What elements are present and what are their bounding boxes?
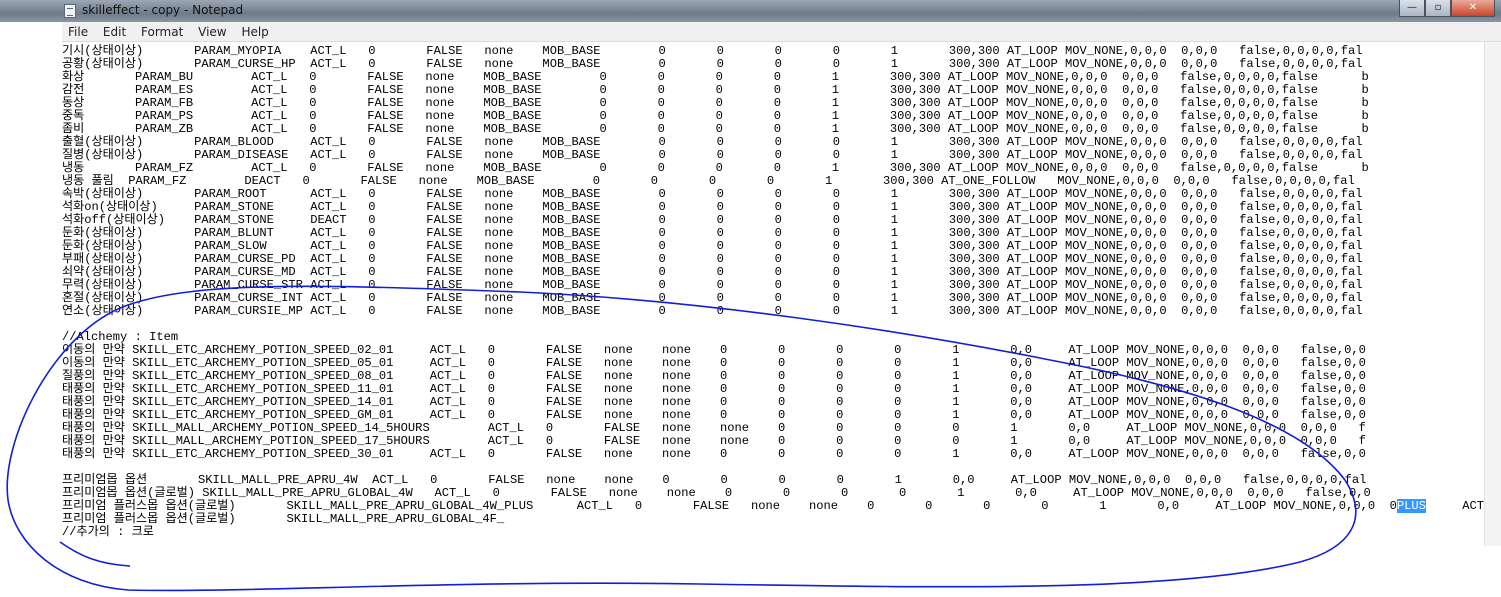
- menu-edit[interactable]: Edit: [97, 22, 131, 39]
- line-text: 둔화(상태이상) PARAM_BLUNT ACT_L 0 FALSE none …: [62, 226, 1363, 240]
- line-text: 태풍의 만약 SKILL_MALL_ARCHEMY_POTION_SPEED_1…: [62, 434, 1366, 448]
- line-text: //추가의 : 크로: [62, 525, 154, 539]
- line-text: 동상 PARAM_FB ACT_L 0 FALSE none MOB_BASE …: [62, 96, 1369, 110]
- close-button[interactable]: ✕: [1451, 0, 1495, 17]
- maximize-button[interactable]: ▫: [1425, 0, 1451, 17]
- line-text: 공황(상태이상) PARAM_CURSE_HP ACT_L 0 FALSE no…: [62, 57, 1363, 71]
- title-bar: skilleffect - copy - Notepad — ▫ ✕: [0, 0, 1501, 22]
- menu-help[interactable]: Help: [235, 22, 273, 39]
- line-text: 질병(상태이상) PARAM_DISEASE ACT_L 0 FALSE non…: [62, 148, 1363, 162]
- line-text: 프리미엄 플러스몹 옵션(글로벌) SKILL_MALL_PRE_APRU_GL…: [62, 499, 1397, 513]
- line-text: 중독 PARAM_PS ACT_L 0 FALSE none MOB_BASE …: [62, 109, 1369, 123]
- line-text: 석화on(상태이상) PARAM_STONE ACT_L 0 FALSE non…: [62, 200, 1363, 214]
- line-text: 태풍의 만약 SKILL_ETC_ARCHEMY_POTION_SPEED_11…: [62, 382, 1366, 396]
- line-text: 좀비 PARAM_ZB ACT_L 0 FALSE none MOB_BASE …: [62, 122, 1369, 136]
- line-text: //Alchemy : Item: [62, 330, 179, 344]
- line-text: 석화off(상태이상) PARAM_STONE DEACT 0 FALSE no…: [62, 213, 1363, 227]
- line-text: 출혈(상태이상) PARAM_BLOOD ACT_L 0 FALSE none …: [62, 135, 1363, 149]
- text-selection: PLUS: [1396, 499, 1426, 513]
- line-text: 이동의 만약 SKILL_ETC_ARCHEMY_POTION_SPEED_05…: [62, 356, 1366, 370]
- menu-view[interactable]: View: [192, 22, 231, 39]
- line-text: 태풍의 만약 SKILL_ETC_ARCHEMY_POTION_SPEED_14…: [62, 395, 1366, 409]
- editor-text: 기시(상태이상) PARAM_MYOPIA ACT_L 0 FALSE none…: [62, 45, 1501, 539]
- line-text: 둔화(상태이상) PARAM_SLOW ACT_L 0 FALSE none M…: [62, 239, 1363, 253]
- line-text: 화상 PARAM_BU ACT_L 0 FALSE none MOB_BASE …: [62, 70, 1369, 84]
- line-text: 프리미엄몹 옵션 SKILL_MALL_PRE_APRU_4W ACT_L 0 …: [62, 473, 1367, 487]
- notepad-icon: [64, 4, 76, 18]
- line-text: 감전 PARAM_ES ACT_L 0 FALSE none MOB_BASE …: [62, 83, 1369, 97]
- line-text: 태풍의 만약 SKILL_MALL_ARCHEMY_POTION_SPEED_1…: [62, 421, 1366, 435]
- window-controls: — ▫ ✕: [1399, 0, 1495, 18]
- blank-area: [0, 546, 1501, 597]
- line-text: 프리미엄몹 옵션(글로벌) SKILL_MALL_PRE_APRU_GLOBAL…: [62, 486, 1371, 500]
- text-line: 프리미엄 플러스몹 옵션(글로벌) SKILL_MALL_PRE_APRU_GL…: [62, 513, 1501, 526]
- line-text: 무력(상태이상) PARAM_CURSE_STR ACT_L 0 FALSE n…: [62, 278, 1363, 292]
- vertical-scrollbar[interactable]: [1484, 42, 1501, 546]
- line-text: 태풍의 만약 SKILL_ETC_ARCHEMY_POTION_SPEED_30…: [62, 447, 1366, 461]
- text-line: //추가의 : 크로: [62, 526, 1501, 539]
- window-title: skilleffect - copy - Notepad: [82, 3, 244, 17]
- line-text: 이동의 만약 SKILL_ETC_ARCHEMY_POTION_SPEED_02…: [62, 343, 1366, 357]
- line-text: 쇠약(상태이상) PARAM_CURSE_MD ACT_L 0 FALSE no…: [62, 265, 1363, 279]
- line-text: 기시(상태이상) PARAM_MYOPIA ACT_L 0 FALSE none…: [62, 44, 1363, 58]
- line-text: 태풍의 만약 SKILL_ETC_ARCHEMY_POTION_SPEED_GM…: [62, 408, 1366, 422]
- text-editor[interactable]: 기시(상태이상) PARAM_MYOPIA ACT_L 0 FALSE none…: [62, 42, 1501, 546]
- line-text: 부패(상태이상) PARAM_CURSE_PD ACT_L 0 FALSE no…: [62, 252, 1363, 266]
- line-text: 프리미엄 플러스몹 옵션(글로벌) SKILL_MALL_PRE_APRU_GL…: [62, 512, 505, 526]
- minimize-button[interactable]: —: [1399, 0, 1425, 17]
- text-line: 태풍의 만약 SKILL_ETC_ARCHEMY_POTION_SPEED_30…: [62, 448, 1501, 461]
- line-text: 냉동 풀림 PARAM_FZ DEACT 0 FALSE none MOB_BA…: [62, 174, 1355, 188]
- menu-file[interactable]: File: [62, 22, 93, 39]
- menu-format[interactable]: Format: [135, 22, 188, 39]
- line-text: 속박(상태이상) PARAM_ROOT ACT_L 0 FALSE none M…: [62, 187, 1363, 201]
- text-line: 연소(상태이상) PARAM_CURSIE_MP ACT_L 0 FALSE n…: [62, 305, 1501, 318]
- line-text: 연소(상태이상) PARAM_CURSIE_MP ACT_L 0 FALSE n…: [62, 304, 1363, 318]
- line-text: 냉동 PARAM_FZ ACT_L 0 FALSE none MOB_BASE …: [62, 161, 1369, 175]
- line-text: 질풍의 만약 SKILL_ETC_ARCHEMY_POTION_SPEED_08…: [62, 369, 1366, 383]
- line-text: 혼절(상태이상) PARAM_CURSE_INT ACT_L 0 FALSE n…: [62, 291, 1363, 305]
- text-line: [62, 318, 1501, 331]
- menu-bar: File Edit Format View Help: [62, 22, 1501, 42]
